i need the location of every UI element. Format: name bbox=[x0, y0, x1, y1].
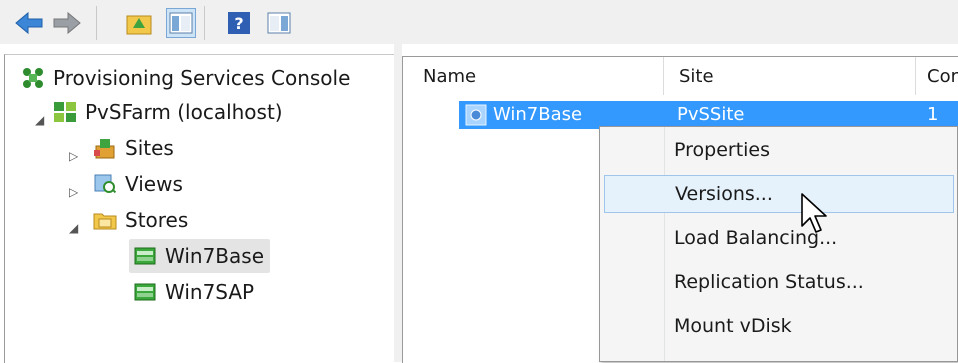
tree-item-views[interactable]: Views bbox=[93, 167, 183, 201]
show-hide-tree-icon[interactable] bbox=[166, 8, 196, 38]
tree-item-root[interactable]: Provisioning Services Console bbox=[21, 61, 350, 95]
console-icon bbox=[23, 68, 43, 88]
menu-item-versions[interactable]: Versions... bbox=[604, 175, 954, 213]
tree-label-views: Views bbox=[125, 172, 183, 196]
help-icon[interactable]: ? bbox=[224, 8, 254, 38]
tree-label-sites: Sites bbox=[125, 136, 174, 160]
table-row-selected[interactable]: Win7Base PvSSite 1 bbox=[459, 101, 958, 129]
farm-icon bbox=[54, 102, 76, 122]
tree-label-vdisk: Win7Base bbox=[165, 244, 264, 268]
tree-label-stores: Stores bbox=[125, 208, 189, 232]
menu-item-label: Versions... bbox=[675, 183, 773, 205]
menu-item-label: Mount vDisk bbox=[674, 315, 792, 337]
forward-arrow-icon[interactable] bbox=[52, 8, 82, 38]
vdisk-icon bbox=[134, 283, 156, 301]
menu-item-label: Replication Status... bbox=[674, 271, 864, 293]
column-header-site[interactable]: Site bbox=[679, 57, 714, 95]
vdisk-row-icon bbox=[465, 104, 487, 126]
column-divider[interactable] bbox=[915, 57, 916, 95]
collapse-arrow-icon[interactable]: ◢ bbox=[35, 113, 44, 127]
tree-label-root: Provisioning Services Console bbox=[53, 66, 351, 90]
cell-site: PvSSite bbox=[677, 104, 745, 125]
tree-item-vdisk[interactable]: Win7SAP bbox=[133, 275, 254, 309]
toolbar-separator bbox=[96, 6, 97, 40]
cell-count: 1 bbox=[927, 104, 939, 125]
column-header-label: Cor bbox=[927, 65, 958, 87]
menu-item-load-balancing[interactable]: Load Balancing... bbox=[604, 219, 954, 257]
back-arrow-icon[interactable] bbox=[14, 8, 44, 38]
menu-item-properties[interactable]: Properties bbox=[604, 131, 954, 169]
console-tree: Provisioning Services Console ◢ PvSFarm … bbox=[4, 54, 395, 363]
toolbar-separator bbox=[204, 6, 205, 40]
vdisk-icon bbox=[134, 247, 156, 265]
stores-folder-icon bbox=[93, 213, 117, 230]
sites-icon bbox=[94, 139, 115, 159]
tree-item-stores[interactable]: Stores bbox=[93, 203, 188, 237]
menu-item-label: Properties bbox=[674, 139, 771, 161]
column-header-connections[interactable]: Cor bbox=[927, 57, 958, 95]
expand-arrow-icon[interactable]: ▷ bbox=[69, 185, 78, 199]
expand-arrow-icon[interactable]: ▷ bbox=[69, 149, 78, 163]
svg-text:?: ? bbox=[234, 14, 243, 33]
menu-item-replication-status[interactable]: Replication Status... bbox=[604, 263, 954, 301]
toolbar: ? bbox=[0, 0, 958, 44]
column-header-name[interactable]: Name bbox=[423, 57, 476, 95]
column-header-label: Name bbox=[423, 65, 477, 87]
collapse-arrow-icon[interactable]: ◢ bbox=[69, 221, 78, 235]
views-icon bbox=[94, 174, 117, 194]
column-header-label: Site bbox=[679, 65, 714, 87]
up-folder-icon[interactable] bbox=[124, 8, 154, 38]
tree-item-vdisk-selected[interactable]: Win7Base bbox=[129, 239, 270, 273]
pane-splitter[interactable] bbox=[394, 44, 402, 362]
tree-label-farm: PvSFarm (localhost) bbox=[85, 100, 283, 124]
tree-label-vdisk: Win7SAP bbox=[165, 280, 255, 304]
cell-name: Win7Base bbox=[493, 104, 583, 125]
menu-item-mount-vdisk[interactable]: Mount vDisk bbox=[604, 307, 954, 345]
tree-item-sites[interactable]: Sites bbox=[93, 131, 174, 165]
context-menu: Properties Versions... Load Balancing...… bbox=[599, 126, 958, 362]
mouse-pointer-icon bbox=[801, 193, 827, 233]
tree-item-farm[interactable]: PvSFarm (localhost) bbox=[53, 95, 283, 129]
column-divider[interactable] bbox=[663, 57, 664, 95]
action-pane-icon[interactable] bbox=[264, 8, 294, 38]
